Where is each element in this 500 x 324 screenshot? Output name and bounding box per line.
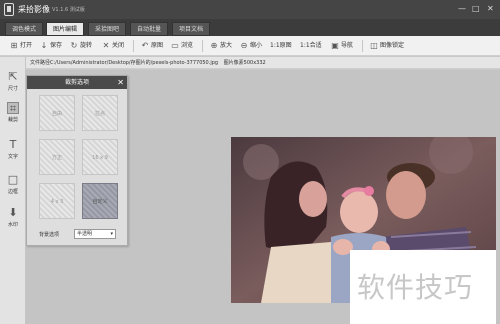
rotate-button[interactable]: ↻ 旋转 <box>70 39 92 53</box>
app-logo-icon <box>4 3 14 16</box>
app-name: 采拾影像 <box>18 5 50 14</box>
crop-option-16x9[interactable]: 16 x 9 <box>82 139 118 175</box>
panel-close-button[interactable]: ✕ <box>117 76 124 89</box>
app-version: V1.1.6 测试版 <box>52 7 85 13</box>
zoom-in-icon: ⊕ <box>210 41 218 50</box>
plus-icon: ⊞ <box>10 41 18 50</box>
crop-options-panel: 裁剪选项 ✕ 自由 拉点 方正 16 x 9 4 x 3 自定义 背景选项 半透… <box>26 75 128 246</box>
open-button[interactable]: ⊞ 打开 <box>10 39 32 53</box>
panel-title: 裁剪选项 <box>27 76 127 89</box>
crop-option-square[interactable]: 方正 <box>39 139 75 175</box>
crop-option-custom[interactable]: 自定义 <box>82 183 118 219</box>
crop-option-4x3[interactable]: 4 x 3 <box>39 183 75 219</box>
toolbar: ⊞ 打开 ↓ 保存 ↻ 旋转 ✕ 关闭 ↶ 原图 ▭ 浏览 ⊕ 放大 ⊖ 缩小 1:1原图 1:… <box>0 36 500 56</box>
browse-button[interactable]: ▭ 浏览 <box>171 39 193 53</box>
folder-icon: ▭ <box>171 41 179 50</box>
toolbar-divider <box>202 40 203 52</box>
close-image-button[interactable]: ✕ 关闭 <box>102 39 124 53</box>
watermark-icon: ⬇ <box>8 206 18 219</box>
sidebar-item-text[interactable]: T 文字 <box>2 137 24 165</box>
size-icon: ⇱ <box>8 70 18 83</box>
background-option-label: 背景选项 <box>39 232 60 238</box>
actual-size-button[interactable]: 1:1原图 <box>270 39 292 53</box>
toolbar-divider <box>362 40 363 52</box>
tab-gallery[interactable]: 采拾图吧 <box>88 22 127 36</box>
zoom-out-button[interactable]: ⊖ 缩小 <box>240 39 262 53</box>
image-pixel-size: 图片像素500x332 <box>223 60 266 66</box>
original-button[interactable]: ↶ 原图 <box>141 39 163 53</box>
file-path: 文件路径C:/Users/Administrator/Desktop/存图片的/… <box>30 60 219 66</box>
minimize-button[interactable]: — <box>458 4 466 14</box>
main-tabs: 调色模式 图片编辑 采拾图吧 自动批量 项目文档 <box>0 19 500 36</box>
lock-icon: ◫ <box>370 41 378 50</box>
crop-icon: ⌗ <box>7 102 19 115</box>
navigator-button[interactable]: ▣ 导航 <box>331 39 353 53</box>
title-bar: 采拾影像 V1.1.6 测试版 — □ ✕ <box>0 0 500 19</box>
close-window-button[interactable]: ✕ <box>487 4 494 14</box>
tab-auto-batch[interactable]: 自动批量 <box>130 22 169 36</box>
border-icon: □ <box>7 173 19 186</box>
navigator-icon: ▣ <box>331 41 339 50</box>
tab-color-mode[interactable]: 调色模式 <box>5 22 44 36</box>
zoom-in-button[interactable]: ⊕ 放大 <box>210 39 232 53</box>
crop-option-drag[interactable]: 拉点 <box>82 95 118 131</box>
file-path-bar: 文件路径C:/Users/Administrator/Desktop/存图片的/… <box>26 57 500 69</box>
download-icon: ↓ <box>40 41 48 50</box>
chevron-down-icon: ▾ <box>110 231 113 237</box>
left-sidebar: ⇱ 尺寸 ⌗ 裁剪 T 文字 □ 边框 ⬇ 水印 <box>0 57 26 324</box>
tab-project-docs[interactable]: 项目文档 <box>172 22 211 36</box>
sidebar-item-watermark[interactable]: ⬇ 水印 <box>2 205 24 233</box>
maximize-button[interactable]: □ <box>472 4 480 14</box>
crop-option-free[interactable]: 自由 <box>39 95 75 131</box>
undo-icon: ↶ <box>141 41 149 50</box>
fit-button[interactable]: 1:1合适 <box>300 39 322 53</box>
close-icon: ✕ <box>102 41 110 50</box>
tab-image-edit[interactable]: 图片编辑 <box>46 22 85 36</box>
sidebar-item-size[interactable]: ⇱ 尺寸 <box>2 69 24 97</box>
image-lock-button[interactable]: ◫ 图像锁定 <box>370 39 404 53</box>
watermark-text: 软件技巧 <box>357 271 474 304</box>
save-button[interactable]: ↓ 保存 <box>40 39 62 53</box>
rotate-icon: ↻ <box>70 41 78 50</box>
text-icon: T <box>9 138 17 151</box>
sidebar-item-crop[interactable]: ⌗ 裁剪 <box>2 100 24 128</box>
sidebar-item-border[interactable]: □ 边框 <box>2 172 24 200</box>
zoom-out-icon: ⊖ <box>240 41 248 50</box>
toolbar-divider <box>133 40 134 52</box>
background-option-select[interactable]: 半透明 ▾ <box>74 229 116 239</box>
